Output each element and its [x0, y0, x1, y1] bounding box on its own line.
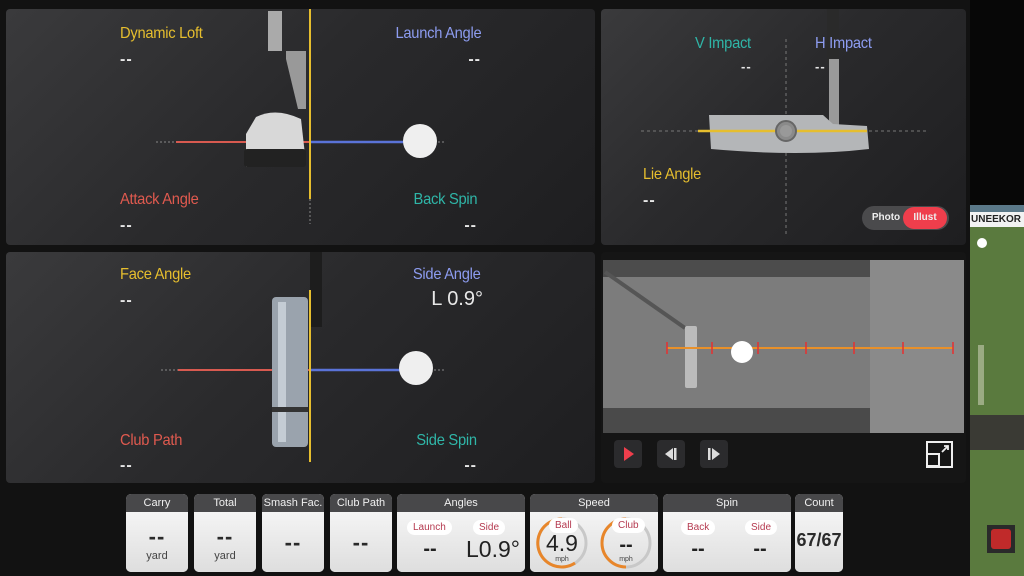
carry-header: Carry: [126, 494, 188, 512]
camera-ball: [731, 341, 753, 363]
total-header: Total: [194, 494, 256, 512]
face-angle-value: --: [120, 292, 133, 309]
side-view-panel: Dynamic Loft -- Launch Angle -- Attack A…: [6, 9, 595, 245]
camera-view: [603, 260, 964, 433]
spin-card: Spin Back -- Side --: [663, 494, 791, 572]
back-spin-pill: Back: [681, 520, 716, 535]
golf-ball: [403, 124, 437, 158]
side-spin-stat-value: --: [753, 538, 767, 560]
record-icon: [991, 529, 1011, 549]
smash-factor-value: --: [284, 530, 302, 555]
speed-header: Speed: [530, 494, 658, 512]
count-card: Count 67/67: [795, 494, 843, 572]
expand-icon: [926, 441, 953, 468]
side-spin-label: Side Spin: [416, 432, 477, 449]
stats-bar: Carry -- yard Total -- yard Smash Fac. -…: [0, 490, 960, 576]
total-unit: yard: [214, 550, 236, 562]
step-back-button[interactable]: [657, 440, 685, 468]
view-mode-toggle[interactable]: Photo Illust: [862, 206, 949, 230]
attack-angle-label: Attack Angle: [120, 191, 199, 208]
face-impact-panel: V Impact -- H Impact -- Lie Angle -- Pho…: [601, 9, 966, 245]
ball-speed-value: 4.9: [546, 530, 578, 556]
side-angle-value: L 0.9°: [431, 288, 483, 310]
launch-pill: Launch: [407, 520, 452, 535]
side-angle-label: Side Angle: [413, 266, 481, 283]
h-impact-value: --: [815, 59, 826, 74]
count-value: 67/67: [796, 530, 842, 550]
step-forward-button[interactable]: [700, 440, 728, 468]
club-speed-unit: mph: [619, 556, 633, 563]
app: Dynamic Loft -- Launch Angle -- Attack A…: [0, 0, 1024, 576]
putter-shaft: [268, 11, 282, 51]
dynamic-loft-label: Dynamic Loft: [120, 25, 203, 42]
launch-stat-value: --: [423, 538, 437, 560]
count-header: Count: [795, 494, 843, 512]
golf-ball-top: [399, 351, 433, 385]
aim-arrow-icon: [978, 345, 984, 405]
spin-header: Spin: [663, 494, 791, 512]
carry-unit: yard: [146, 550, 168, 562]
side-angle-stat-value: L0.9°: [466, 536, 520, 562]
club-speed-pill: Club: [612, 518, 645, 533]
side-spin-value: --: [464, 457, 477, 474]
play-button[interactable]: [614, 440, 642, 468]
launch-angle-value: --: [468, 51, 481, 68]
lie-angle-value: --: [643, 192, 656, 209]
v-impact-label: V Impact: [695, 35, 751, 52]
h-impact-label: H Impact: [815, 35, 872, 52]
game-preview[interactable]: UNEEKOR: [970, 205, 1024, 576]
carry-value: --: [148, 524, 166, 549]
back-spin-value: --: [464, 217, 477, 234]
camera-putter: [685, 326, 697, 388]
club-path-label: Club Path: [120, 432, 183, 449]
smash-factor-header: Smash Fac.: [262, 494, 324, 512]
back-spin-stat-value: --: [691, 538, 705, 560]
step-back-icon: [665, 448, 677, 460]
smash-factor-card: Smash Fac. --: [262, 494, 324, 572]
expand-button[interactable]: [926, 441, 953, 468]
total-value: --: [216, 524, 234, 549]
record-button[interactable]: [987, 525, 1015, 553]
camera-shaft: [603, 270, 687, 330]
step-forward-icon: [708, 448, 720, 460]
launch-angle-label: Launch Angle: [395, 25, 481, 42]
putter-hosel: [286, 51, 306, 109]
club-path-value: --: [120, 457, 133, 474]
ball-marker-icon: [977, 238, 987, 248]
club-path-header: Club Path: [330, 494, 392, 512]
club-speed-value: --: [619, 534, 633, 556]
ball-speed-unit: mph: [555, 556, 569, 563]
speed-card: Speed Ball 4.9 mph Club -- mph: [530, 494, 658, 572]
side-spin-pill: Side: [745, 520, 778, 535]
club-path-card: Club Path --: [330, 494, 392, 572]
lie-angle-label: Lie Angle: [643, 166, 702, 183]
putter-top-view: [272, 297, 308, 447]
top-view-illustration: [161, 252, 446, 462]
v-impact-value: --: [741, 59, 752, 74]
carry-card: Carry -- yard: [126, 494, 188, 572]
camera-frame: [603, 260, 964, 433]
putter-shaft-top: [310, 252, 322, 327]
putter-shaft-face: [829, 59, 839, 129]
brand-label: UNEEKOR: [970, 212, 1024, 227]
back-spin-label: Back Spin: [413, 191, 477, 208]
dynamic-loft-value: --: [120, 51, 133, 68]
side-angle-pill: Side: [473, 520, 506, 535]
attack-angle-value: --: [120, 217, 133, 234]
toggle-illust[interactable]: Illust: [903, 207, 947, 229]
total-card: Total -- yard: [194, 494, 256, 572]
side-view-illustration: [156, 9, 446, 224]
top-view-panel: Face Angle -- Side Angle L 0.9° Club Pat…: [6, 252, 595, 483]
play-icon: [624, 447, 634, 461]
side-window: UNEEKOR: [970, 0, 1024, 576]
angles-card: Angles Launch -- Side L0.9°: [397, 494, 525, 572]
club-path-stat-value: --: [352, 530, 370, 555]
angles-header: Angles: [397, 494, 525, 512]
toggle-photo[interactable]: Photo: [866, 206, 906, 230]
face-angle-label: Face Angle: [120, 266, 191, 283]
camera-panel: [601, 252, 966, 483]
